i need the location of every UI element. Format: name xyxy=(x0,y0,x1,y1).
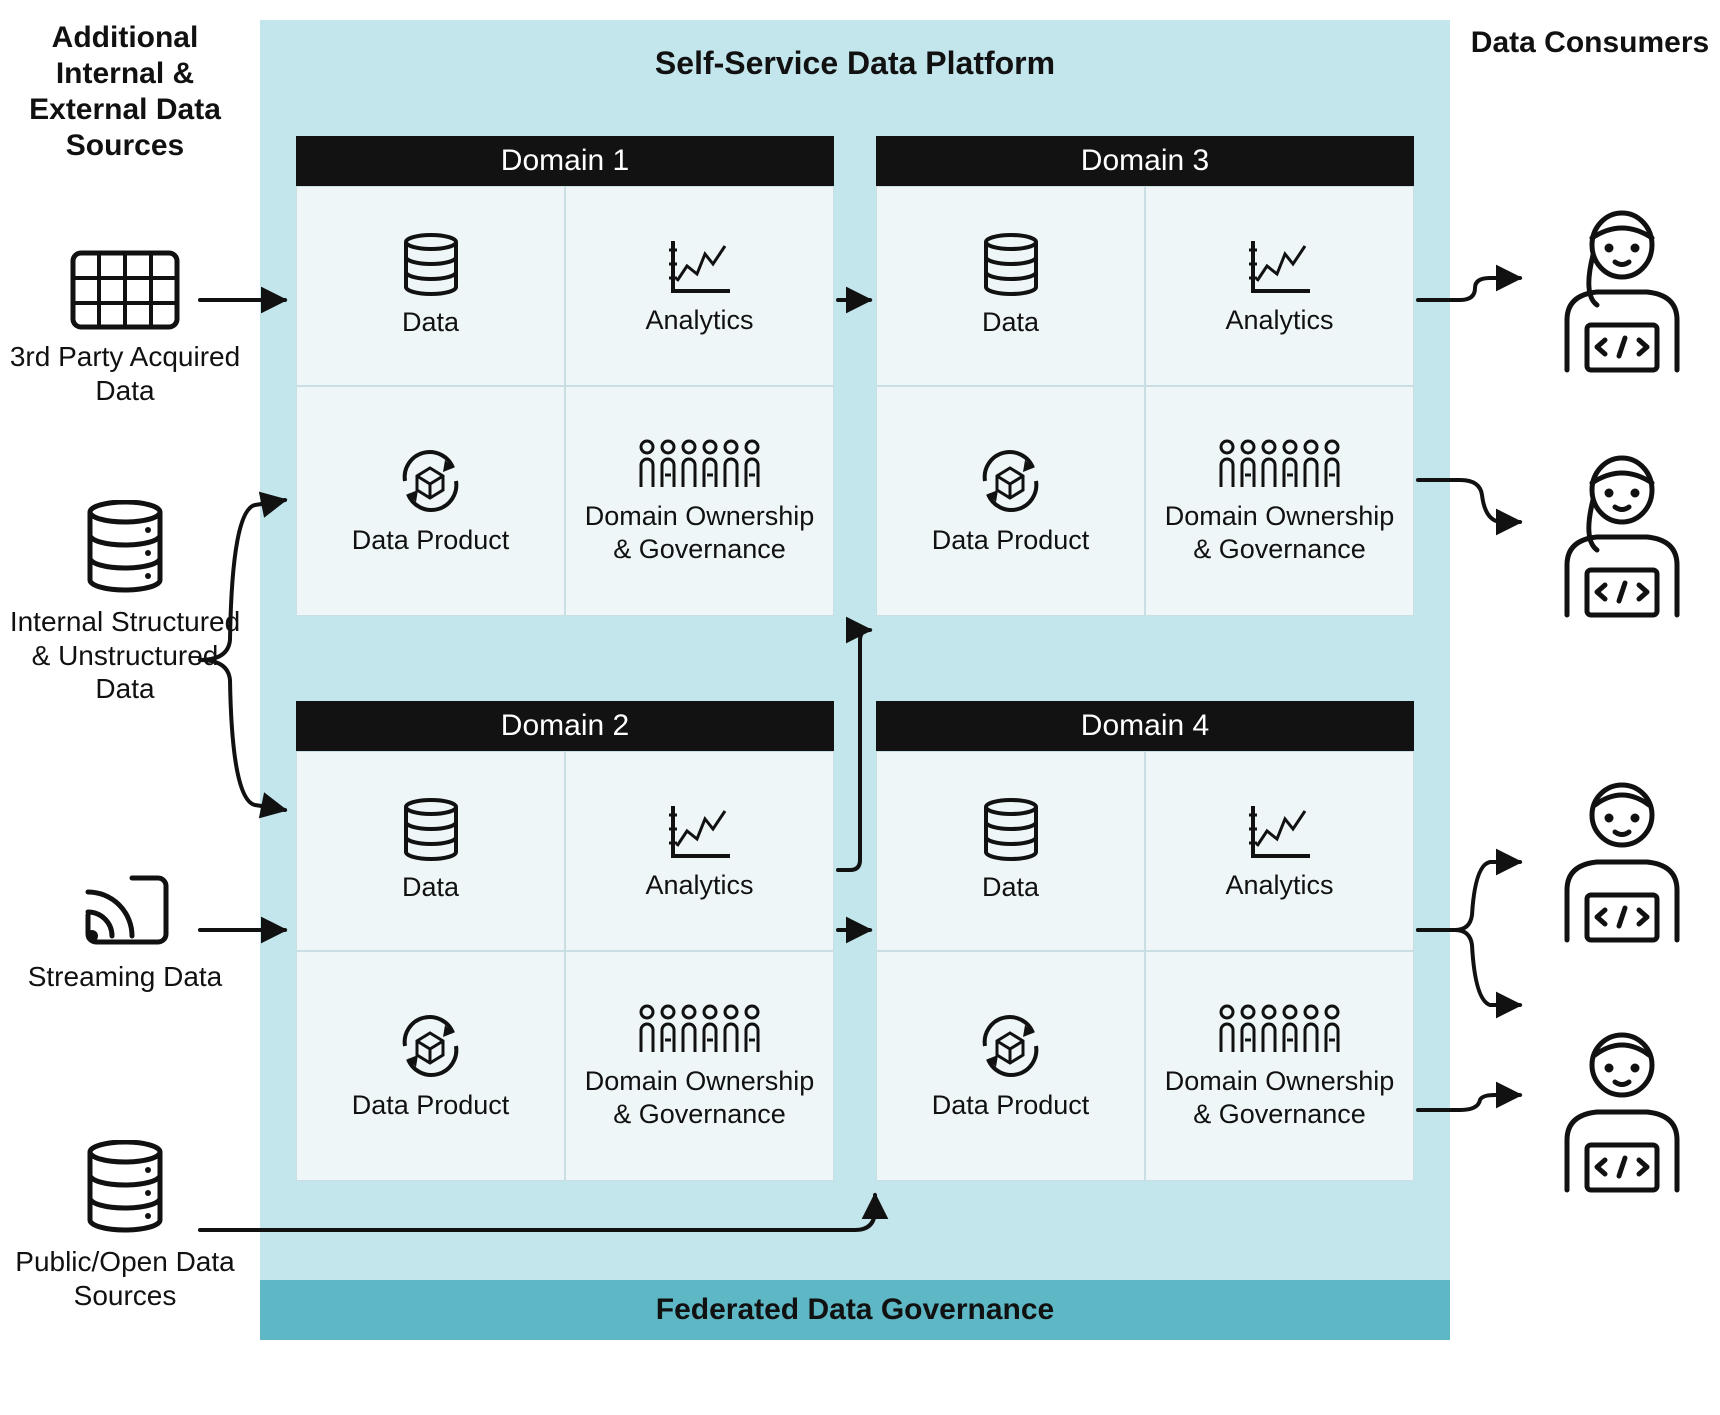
cell-analytics: Analytics xyxy=(1145,186,1414,386)
cell-governance: Domain Ownership & Governance xyxy=(565,951,834,1181)
cell-label: Data xyxy=(982,871,1039,903)
line-chart-icon xyxy=(665,801,735,861)
right-column: Data Consumers xyxy=(1465,25,1715,61)
domain-grid: Data Analytics Data Product xyxy=(296,751,834,1181)
data-product-cycle-icon xyxy=(393,446,468,516)
cell-label: Data Product xyxy=(932,1089,1090,1121)
database-stack-icon xyxy=(401,798,461,863)
consumer-person-2 xyxy=(1532,445,1712,625)
right-title: Data Consumers xyxy=(1465,25,1715,61)
database-stack-icon xyxy=(981,798,1041,863)
line-chart-icon xyxy=(1245,236,1315,296)
cell-label: Data Product xyxy=(932,524,1090,556)
source-internal: Internal Structured & Unstructured Data xyxy=(0,500,250,706)
cell-label: Domain Ownership & Governance xyxy=(574,500,825,565)
source-public: Public/Open Data Sources xyxy=(0,1140,250,1312)
source-streaming: Streaming Data xyxy=(0,870,250,994)
left-title: Additional Internal & External Data Sour… xyxy=(0,20,250,164)
cell-label: Domain Ownership & Governance xyxy=(574,1065,825,1130)
domain-grid: Data Analytics Data Product xyxy=(296,186,834,616)
cell-data-product: Data Product xyxy=(296,386,565,616)
domain-grid: Data Analytics Data Product xyxy=(876,751,1414,1181)
domain-box-3: Domain 3 Data Analytics Data Product xyxy=(875,135,1415,617)
domain-box-1: Domain 1 Data Analytics Data Product xyxy=(295,135,835,617)
developer-female-icon xyxy=(1537,200,1707,375)
cell-label: Analytics xyxy=(1225,869,1333,901)
table-grid-icon xyxy=(70,250,180,330)
cell-data-product: Data Product xyxy=(876,951,1145,1181)
platform-container: Self-Service Data Platform Domain 1 Data… xyxy=(260,20,1450,1340)
cell-governance: Domain Ownership & Governance xyxy=(1145,386,1414,616)
people-group-icon xyxy=(635,437,765,492)
developer-male-icon xyxy=(1537,770,1707,945)
cell-analytics: Analytics xyxy=(1145,751,1414,951)
data-product-cycle-icon xyxy=(973,446,1048,516)
cell-label: Analytics xyxy=(1225,304,1333,336)
cell-label: Data Product xyxy=(352,524,510,556)
governance-bar: Federated Data Governance xyxy=(260,1280,1450,1340)
consumer-person-3 xyxy=(1532,770,1712,950)
domain-header: Domain 4 xyxy=(876,701,1414,751)
streaming-icon xyxy=(80,870,170,950)
cell-analytics: Analytics xyxy=(565,186,834,386)
platform-title: Self-Service Data Platform xyxy=(260,45,1450,82)
domain-box-4: Domain 4 Data Analytics Data Product xyxy=(875,700,1415,1182)
cell-analytics: Analytics xyxy=(565,751,834,951)
source-label: Streaming Data xyxy=(0,960,250,994)
database-stack-icon xyxy=(981,233,1041,298)
cell-governance: Domain Ownership & Governance xyxy=(1145,951,1414,1181)
cell-governance: Domain Ownership & Governance xyxy=(565,386,834,616)
domain-header: Domain 2 xyxy=(296,701,834,751)
domain-box-2: Domain 2 Data Analytics Data Product xyxy=(295,700,835,1182)
cell-label: Analytics xyxy=(645,869,753,901)
source-label: Internal Structured & Unstructured Data xyxy=(0,605,250,706)
database-stack-icon xyxy=(401,233,461,298)
developer-female-icon xyxy=(1537,445,1707,620)
source-3rd-party: 3rd Party Acquired Data xyxy=(0,250,250,407)
cell-label: Analytics xyxy=(645,304,753,336)
cell-data: Data xyxy=(876,751,1145,951)
cell-data-product: Data Product xyxy=(876,386,1145,616)
line-chart-icon xyxy=(665,236,735,296)
line-chart-icon xyxy=(1245,801,1315,861)
cell-label: Data Product xyxy=(352,1089,510,1121)
governance-label: Federated Data Governance xyxy=(656,1293,1054,1327)
domain-grid: Data Analytics Data Product xyxy=(876,186,1414,616)
cell-label: Data xyxy=(982,306,1039,338)
source-label: Public/Open Data Sources xyxy=(0,1245,250,1312)
left-column: Additional Internal & External Data Sour… xyxy=(0,20,250,164)
data-product-cycle-icon xyxy=(973,1011,1048,1081)
source-label: 3rd Party Acquired Data xyxy=(0,340,250,407)
cell-data: Data xyxy=(296,186,565,386)
people-group-icon xyxy=(1215,1002,1345,1057)
database-stack-icon xyxy=(85,500,165,595)
cell-label: Data xyxy=(402,306,459,338)
cell-label: Domain Ownership & Governance xyxy=(1154,500,1405,565)
people-group-icon xyxy=(1215,437,1345,492)
domain-header: Domain 1 xyxy=(296,136,834,186)
data-product-cycle-icon xyxy=(393,1011,468,1081)
domain-header: Domain 3 xyxy=(876,136,1414,186)
developer-male-icon xyxy=(1537,1020,1707,1195)
cell-label: Domain Ownership & Governance xyxy=(1154,1065,1405,1130)
cell-data: Data xyxy=(876,186,1145,386)
database-stack-icon xyxy=(85,1140,165,1235)
consumer-person-1 xyxy=(1532,200,1712,380)
people-group-icon xyxy=(635,1002,765,1057)
cell-data: Data xyxy=(296,751,565,951)
cell-data-product: Data Product xyxy=(296,951,565,1181)
consumer-person-4 xyxy=(1532,1020,1712,1200)
cell-label: Data xyxy=(402,871,459,903)
